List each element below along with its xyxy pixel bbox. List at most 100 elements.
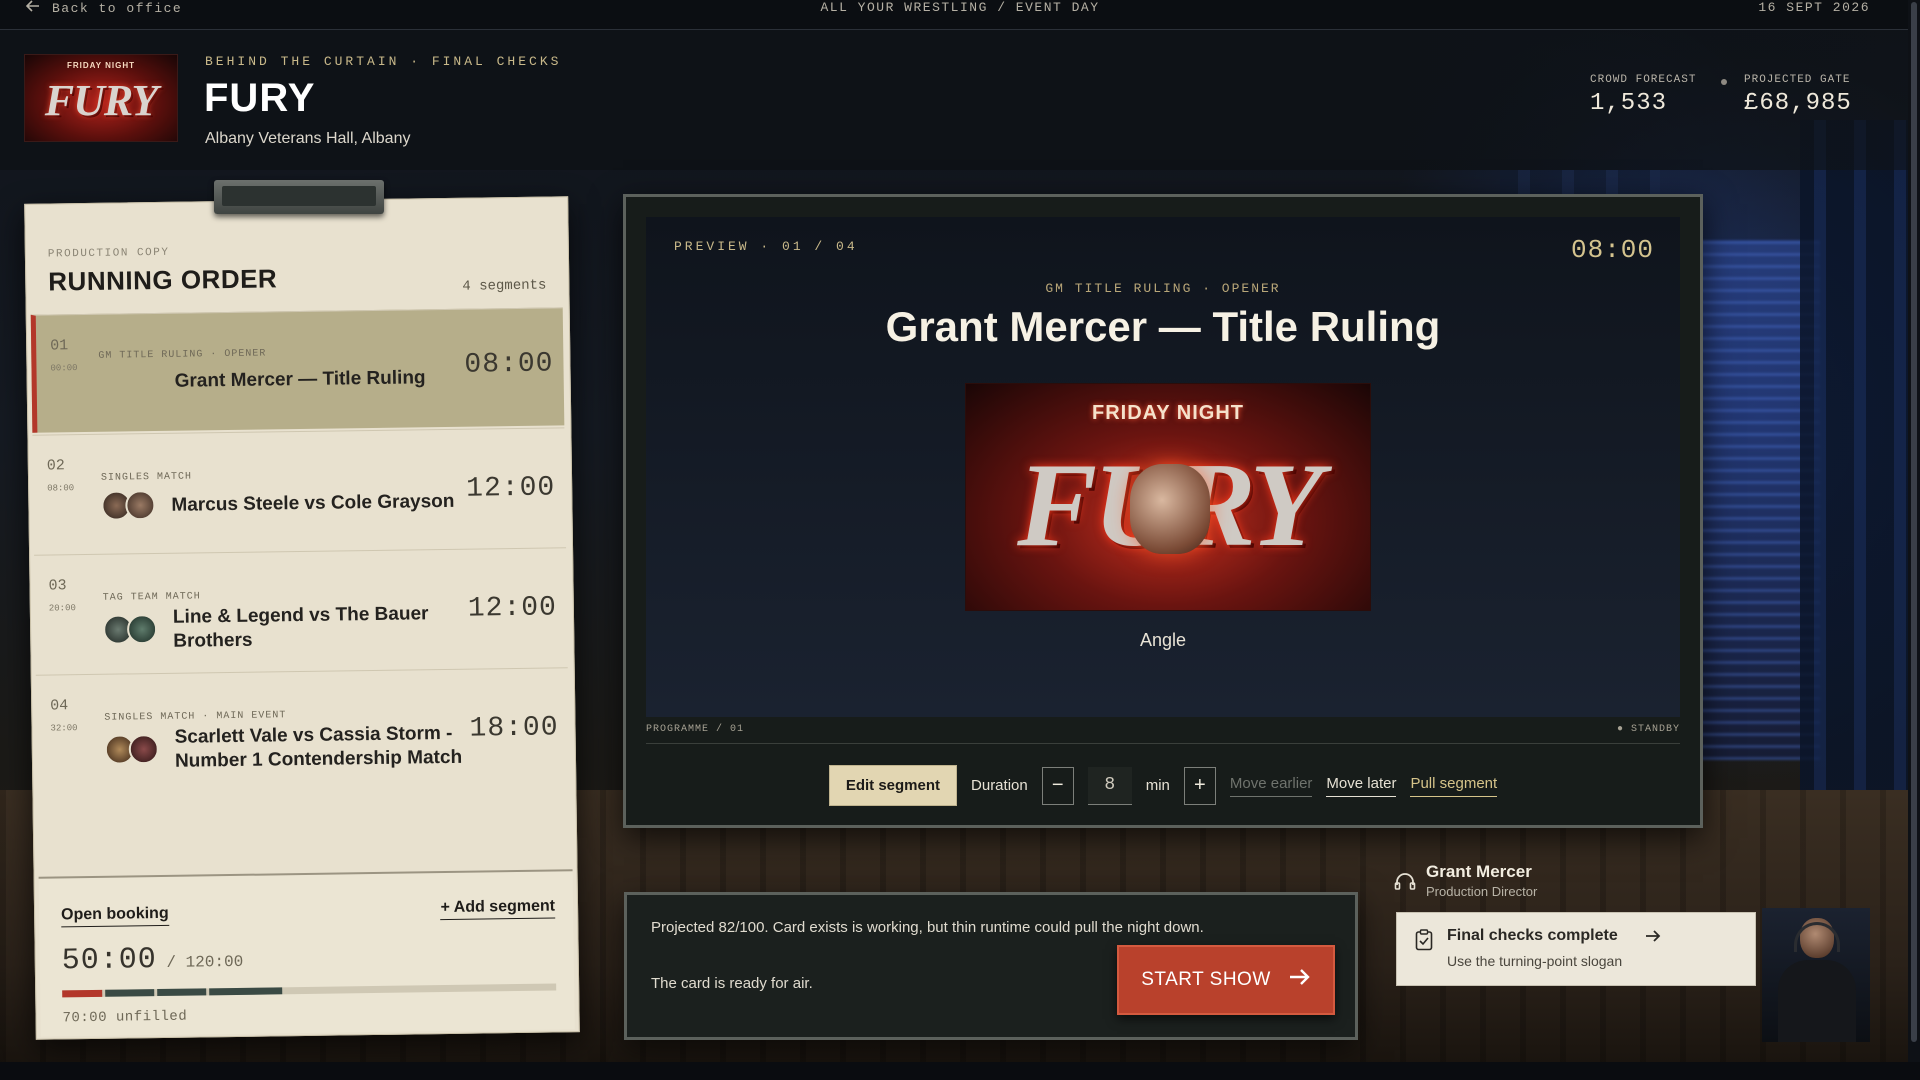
director-name: Grant Mercer	[1426, 862, 1532, 881]
segment-number: 04	[50, 697, 69, 715]
show-poster: FRIDAY NIGHT FURY	[965, 383, 1371, 611]
portrait-body	[1778, 960, 1856, 1042]
wrestler-avatars	[102, 614, 158, 645]
stat-label: CROWD FORECAST	[1590, 74, 1697, 86]
segment-count: 4 segments	[462, 277, 547, 295]
decrease-duration-button[interactable]: −	[1041, 766, 1074, 805]
fist-graphic	[1130, 464, 1210, 554]
duration-input[interactable]	[1087, 766, 1132, 805]
headset-icon	[1394, 872, 1416, 892]
avatar	[126, 614, 158, 645]
segment-number: 01	[50, 337, 69, 355]
show-status-panel: Projected 82/100. Card exists is working…	[624, 892, 1358, 1040]
logo-main-text: FURY	[44, 76, 159, 125]
segment-type: Angle	[1139, 630, 1187, 650]
segment-row-01[interactable]: 01 00:00 GM TITLE RULING · OPENER Grant …	[30, 307, 565, 433]
duration-unit: min	[1145, 777, 1170, 794]
poster-top-text: FRIDAY NIGHT	[1091, 402, 1245, 424]
runtime-readout: 50:00 / 120:00	[61, 942, 244, 979]
unfilled-time: 70:00 unfilled	[62, 1008, 188, 1027]
clipboard-clip	[214, 180, 384, 214]
director-role: Production Director	[1426, 884, 1538, 899]
clipboard-check-icon	[1415, 929, 1433, 951]
segment-number: 03	[48, 577, 67, 595]
projected-gate-stat: PROJECTED GATE £68,985	[1744, 74, 1852, 117]
preview-screen: PREVIEW · 01 / 04 08:00 GM TITLE RULING …	[646, 217, 1680, 717]
add-segment-button[interactable]: + Add segment	[440, 897, 556, 921]
segment-row-04[interactable]: 04 32:00 SINGLES MATCH · MAIN EVENT Scar…	[35, 667, 570, 793]
segment-duration: 12:00	[465, 472, 556, 505]
segment-start-time: 08:00	[47, 483, 75, 494]
arrow-left-icon	[25, 0, 40, 16]
venue-name: Albany Veterans Hall, Albany	[205, 130, 411, 147]
arrow-right-icon	[1289, 968, 1311, 992]
move-earlier-button[interactable]: Move earlier	[1229, 775, 1313, 797]
back-to-office-link[interactable]: Back to office	[25, 0, 183, 16]
start-show-label: START SHOW	[1141, 969, 1271, 990]
move-later-button[interactable]: Move later	[1326, 775, 1397, 797]
segment-duration: 18:00	[469, 712, 559, 745]
stat-separator-dot	[1721, 79, 1727, 85]
ready-text: The card is ready for air.	[651, 975, 813, 992]
segment-kicker: SINGLES MATCH · MAIN EVENT	[104, 710, 287, 724]
breadcrumb: ALL YOUR WRESTLING / EVENT DAY	[820, 0, 1100, 15]
stat-value: 1,533	[1590, 90, 1668, 117]
increase-duration-button[interactable]: +	[1183, 766, 1216, 805]
pull-segment-button[interactable]: Pull segment	[1410, 775, 1498, 797]
segment-name: Line & Legend vs The Bauer Brothers	[172, 603, 429, 652]
running-order-header: PRODUCTION COPY RUNNING ORDER 4 segments	[48, 242, 547, 298]
logo-top-text: FRIDAY NIGHT	[66, 61, 135, 70]
note-title: Final checks complete	[1447, 927, 1618, 944]
header-eyebrow: BEHIND THE CURTAIN · FINAL CHECKS	[205, 54, 562, 69]
scrollbar-thumb[interactable]	[1911, 2, 1917, 1042]
segment-name: Scarlett Vale vs Cassia Storm - Number 1…	[174, 722, 463, 772]
segment-start-time: 20:00	[48, 603, 76, 614]
preview-title: Grant Mercer — Title Ruling	[885, 303, 1441, 350]
runtime-progress-bar	[62, 983, 557, 998]
progress-seg-04	[209, 987, 283, 996]
standby-indicator: ● STANDBY	[1616, 724, 1680, 735]
arrow-right-icon	[1645, 927, 1661, 948]
back-label: Back to office	[52, 0, 183, 16]
segment-start-time: 00:00	[50, 363, 78, 374]
stat-label: PROJECTED GATE	[1744, 74, 1851, 86]
open-booking-link[interactable]: Open booking	[61, 904, 169, 928]
preview-label: PREVIEW · 01 / 04	[674, 239, 858, 254]
runtime-total: / 120:00	[166, 952, 244, 972]
segment-start-time: 32:00	[50, 723, 78, 734]
segment-name: Marcus Steele vs Cole Grayson	[171, 490, 455, 516]
segment-row-02[interactable]: 02 08:00 SINGLES MATCH Marcus Steele vs …	[32, 427, 567, 553]
running-order-card: PRODUCTION COPY RUNNING ORDER 4 segments…	[24, 196, 580, 1040]
top-bar: Back to office ALL YOUR WRESTLING / EVEN…	[0, 0, 1920, 30]
production-copy-label: PRODUCTION COPY	[47, 246, 170, 261]
crowd-forecast-stat: CROWD FORECAST 1,533	[1590, 74, 1696, 117]
segment-number: 02	[46, 457, 65, 475]
edit-segment-button[interactable]: Edit segment	[828, 765, 958, 806]
avatar	[128, 734, 160, 765]
page-scrollbar[interactable]	[1908, 0, 1920, 1062]
event-date: 16 SEPT 2026	[1758, 0, 1870, 15]
director-portrait	[1762, 908, 1870, 1042]
segment-duration: 08:00	[464, 348, 554, 381]
preview-time: 08:00	[1570, 235, 1654, 265]
start-show-button[interactable]: START SHOW	[1117, 945, 1335, 1015]
running-order-footer: Open booking + Add segment 50:00 / 120:0…	[38, 869, 575, 1037]
wrestler-avatars	[104, 734, 160, 765]
segment-name: Grant Mercer — Title Ruling	[174, 367, 426, 392]
wrestler-avatars	[101, 490, 156, 521]
preview-kicker: GM TITLE RULING · OPENER	[1045, 281, 1281, 296]
segment-kicker: TAG TEAM MATCH	[102, 591, 201, 604]
runtime-used: 50:00	[61, 943, 158, 979]
segment-duration: 12:00	[467, 592, 558, 625]
segment-controls: Edit segment Duration − min + Move earli…	[626, 765, 1700, 806]
duration-label: Duration	[971, 777, 1028, 794]
progress-seg-02	[104, 989, 155, 997]
segment-kicker: GM TITLE RULING · OPENER	[98, 348, 267, 362]
stat-value: £68,985	[1744, 90, 1852, 117]
programme-label: PROGRAMME / 01	[646, 724, 745, 735]
segment-row-03[interactable]: 03 20:00 TAG TEAM MATCH Line & Legend vs…	[34, 547, 568, 673]
monitor-status-strip: PROGRAMME / 01 ● STANDBY	[646, 724, 1680, 744]
final-checks-note[interactable]: Final checks complete Use the turning-po…	[1396, 912, 1756, 986]
page-title: FURY	[204, 76, 316, 120]
preview-monitor: PREVIEW · 01 / 04 08:00 GM TITLE RULING …	[623, 194, 1703, 828]
